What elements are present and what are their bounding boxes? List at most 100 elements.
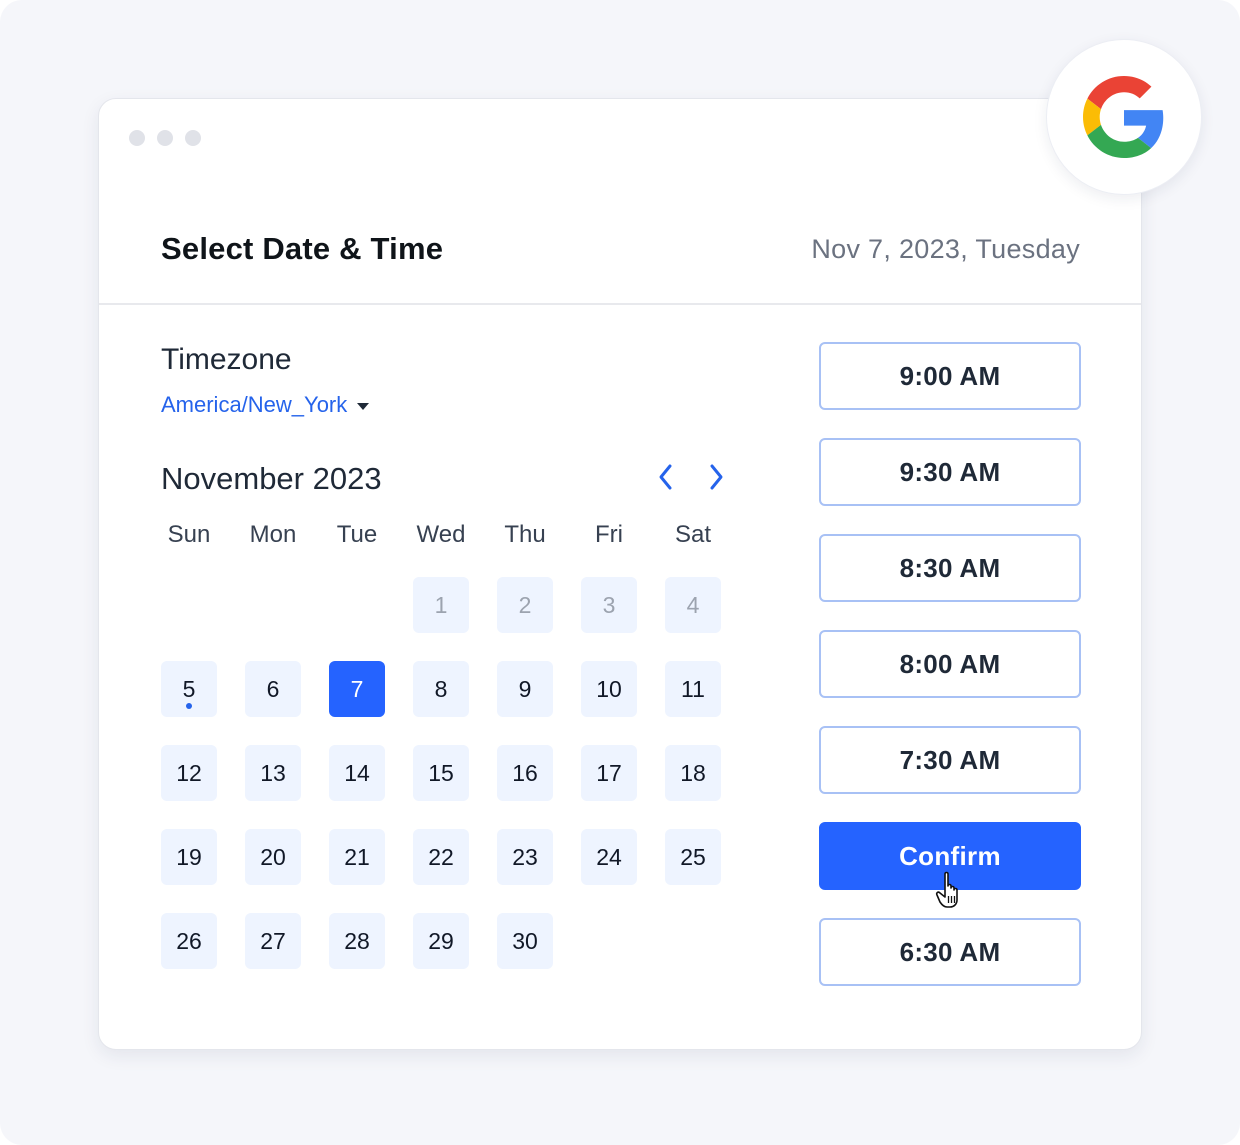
day-number: 26 <box>176 927 202 954</box>
day-number: 20 <box>260 843 286 870</box>
time-slot-label: 7:30 AM <box>899 744 1001 775</box>
day-number: 7 <box>350 675 364 702</box>
time-slot-button[interactable]: 9:30 AM <box>819 438 1081 506</box>
day-number: 27 <box>260 927 286 954</box>
event-dot-icon <box>186 703 192 709</box>
day-number: 4 <box>686 591 700 618</box>
google-icon <box>1083 76 1164 158</box>
day-cell[interactable]: 24 <box>581 829 637 885</box>
day-number: 23 <box>512 843 538 870</box>
day-cell[interactable]: 10 <box>581 661 637 717</box>
time-slot-label: 6:30 AM <box>899 936 1001 967</box>
day-cell[interactable]: 16 <box>497 745 553 801</box>
day-cell[interactable]: 14 <box>329 745 385 801</box>
day-number: 24 <box>596 843 622 870</box>
day-number: 16 <box>512 759 538 786</box>
timezone-select[interactable]: America/New_York <box>161 392 370 418</box>
month-label: November 2023 <box>161 461 382 496</box>
hand-pointer-cursor-icon <box>935 871 958 908</box>
chevron-right-icon <box>710 464 723 490</box>
confirm-label: Confirm <box>899 840 1001 871</box>
weekday-label: Sun <box>167 521 211 548</box>
day-number: 15 <box>428 759 454 786</box>
day-number: 19 <box>176 843 202 870</box>
day-cell[interactable]: 30 <box>497 913 553 969</box>
confirm-button[interactable]: Confirm <box>819 822 1081 908</box>
day-number: 9 <box>518 675 532 702</box>
window-dot <box>157 130 173 146</box>
weekday-label: Mon <box>249 521 297 548</box>
caret-down-icon <box>357 402 370 410</box>
time-slot-list: 9:00 AM 9:30 AM 8:30 AM 8:00 AM 7:30 AM Confi… <box>819 342 1081 986</box>
day-cell[interactable]: 12 <box>161 745 217 801</box>
time-slot-button[interactable]: 7:30 AM <box>819 726 1081 794</box>
day-cell[interactable]: 25 <box>665 829 721 885</box>
time-slot-button[interactable]: 8:30 AM <box>819 534 1081 602</box>
empty-day-cell <box>329 577 385 633</box>
day-cell[interactable]: 26 <box>161 913 217 969</box>
day-number: 25 <box>680 843 706 870</box>
day-cell: 1 <box>413 577 469 633</box>
day-cell: 4 <box>665 577 721 633</box>
time-slot-label: 9:00 AM <box>899 360 1001 391</box>
day-cell[interactable]: 22 <box>413 829 469 885</box>
day-cell[interactable]: 11 <box>665 661 721 717</box>
day-cell[interactable]: 27 <box>245 913 301 969</box>
window-dot <box>185 130 201 146</box>
day-cell[interactable]: 20 <box>245 829 301 885</box>
day-cell[interactable]: 19 <box>161 829 217 885</box>
next-month-button[interactable] <box>701 459 731 495</box>
google-badge <box>1046 39 1202 195</box>
day-cell[interactable]: 13 <box>245 745 301 801</box>
day-number: 17 <box>596 759 622 786</box>
empty-day-cell <box>161 577 217 633</box>
time-slot-button[interactable]: 6:30 AM <box>819 918 1081 986</box>
calendar-grid: 1 2 3 4 5 6 7 8 9 10 11 12 13 14 15 16 17 18 19 20 21 22 23 24 2… <box>161 577 721 969</box>
selected-date-label: Nov 7, 2023, Tuesday <box>811 234 1080 264</box>
weekday-label: Tue <box>336 521 378 548</box>
day-cell: 2 <box>497 577 553 633</box>
weekday-label: Sat <box>674 521 712 548</box>
day-cell[interactable]: 23 <box>497 829 553 885</box>
day-number: 22 <box>428 843 454 870</box>
time-slot-button[interactable]: 9:00 AM <box>819 342 1081 410</box>
day-number: 8 <box>434 675 448 702</box>
window-controls <box>129 130 201 146</box>
day-number: 29 <box>428 927 454 954</box>
header-divider <box>99 303 1141 305</box>
empty-day-cell <box>245 577 301 633</box>
day-cell-selected[interactable]: 7 <box>329 661 385 717</box>
day-cell: 3 <box>581 577 637 633</box>
day-cell[interactable]: 9 <box>497 661 553 717</box>
day-cell[interactable]: 17 <box>581 745 637 801</box>
day-cell[interactable]: 6 <box>245 661 301 717</box>
time-slot-button[interactable]: 8:00 AM <box>819 630 1081 698</box>
day-number: 12 <box>176 759 202 786</box>
day-cell[interactable]: 28 <box>329 913 385 969</box>
day-cell[interactable]: 8 <box>413 661 469 717</box>
day-number: 5 <box>182 675 196 702</box>
timezone-value: America/New_York <box>161 392 348 417</box>
day-cell[interactable]: 21 <box>329 829 385 885</box>
day-number: 18 <box>680 759 706 786</box>
day-cell[interactable]: 29 <box>413 913 469 969</box>
weekday-header: Sun Mon Tue Wed Thu Fri Sat <box>161 521 721 549</box>
prev-month-button[interactable] <box>651 459 681 495</box>
day-number: 10 <box>596 675 622 702</box>
day-number: 1 <box>434 591 448 618</box>
weekday-label: Wed <box>416 521 466 548</box>
day-cell[interactable]: 5 <box>161 661 217 717</box>
time-slot-label: 9:30 AM <box>899 456 1001 487</box>
window-dot <box>129 130 145 146</box>
timezone-label: Timezone <box>161 343 292 376</box>
chevron-left-icon <box>659 464 672 490</box>
day-number: 28 <box>344 927 370 954</box>
day-number: 11 <box>681 675 705 702</box>
time-slot-label: 8:00 AM <box>899 648 1001 679</box>
page-title: Select Date & Time <box>161 231 444 266</box>
day-cell[interactable]: 15 <box>413 745 469 801</box>
day-cell[interactable]: 18 <box>665 745 721 801</box>
day-number: 13 <box>260 759 286 786</box>
weekday-label: Fri <box>595 521 623 548</box>
weekday-label: Thu <box>504 521 546 548</box>
